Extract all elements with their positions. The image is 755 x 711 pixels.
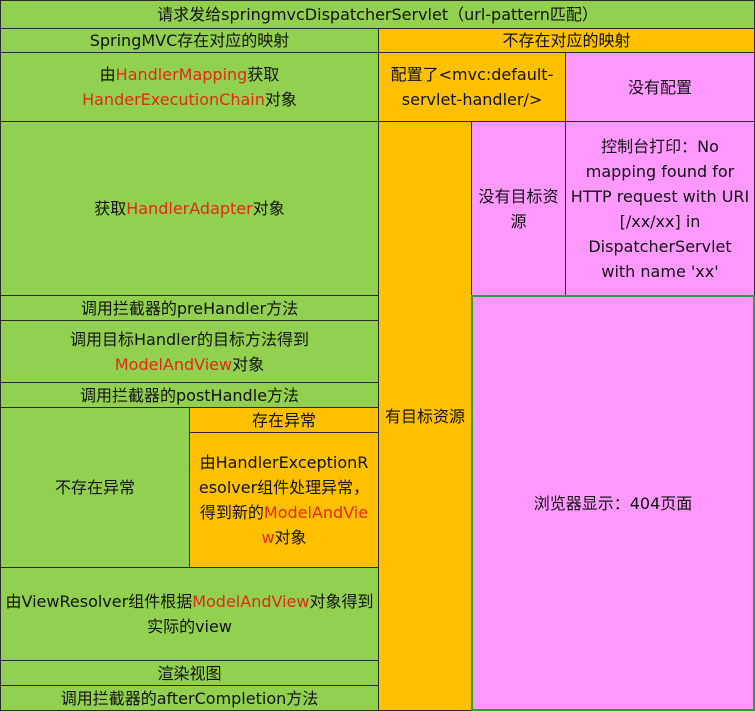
step-handler-mapping-text: 由HandlerMapping获取 HanderExecutionChain对象 (82, 62, 297, 112)
configured-text: 配置了<mvc:default-servlet-handler/> (390, 65, 554, 109)
highlight-model-and-view: ModelAndView (192, 592, 310, 611)
highlight-model-and-view: ModelAndView (114, 354, 233, 374)
step-target-handler: 调用目标Handler的目标方法得到 ModelAndView对象 (0, 320, 379, 383)
exception-resolver-cell: 由HandlerExceptionResolver组件处理异常，得到新的Mode… (189, 432, 379, 568)
not-configured-text: 没有配置 (627, 77, 692, 97)
has-exception-cell: 存在异常 (189, 407, 379, 433)
text-pre: 获取 (94, 199, 127, 218)
header-title: 请求发给springmvcDispatcherServlet（url-patte… (0, 0, 755, 29)
step-after-completion: 调用拦截器的afterCompletion方法 (0, 685, 379, 711)
no-exception-cell: 不存在异常 (0, 407, 190, 568)
step-pre-handler: 调用拦截器的preHandler方法 (0, 295, 379, 321)
step-pre-handler-text: 调用拦截器的preHandler方法 (80, 298, 299, 318)
no-target-resource: 没有目标资源 (471, 121, 566, 296)
text-pre: 由ViewResolver组件根据 (5, 592, 193, 611)
exception-resolver-text: 由HandlerExceptionResolver组件处理异常，得到新的Mode… (196, 450, 372, 550)
has-target-text: 有目标资源 (384, 406, 465, 426)
text-post: 对象 (274, 528, 307, 547)
text-post: 对象 (232, 354, 265, 374)
step-handler-mapping: 由HandlerMapping获取 HanderExecutionChain对象 (0, 52, 379, 122)
highlight-handler-mapping: HandlerMapping (115, 65, 248, 84)
step-post-handle: 调用拦截器的postHandle方法 (0, 382, 379, 408)
browser-404-cell: 浏览器显示：404页面 (471, 295, 755, 711)
text-mid: 获取 (247, 65, 280, 84)
right-title-text: 不存在对应的映射 (502, 31, 631, 50)
step-render-view-text: 渲染视图 (157, 663, 222, 683)
text-pre: 由 (99, 65, 116, 84)
header-title-text: 请求发给springmvcDispatcherServlet（url-patte… (157, 5, 598, 24)
step-target-handler-text: 调用目标Handler的目标方法得到 ModelAndView对象 (70, 327, 309, 377)
step-handler-adapter: 获取HandlerAdapter对象 (0, 121, 379, 296)
text-pre: 调用目标Handler的目标方法得到 (69, 329, 309, 349)
highlight-execution-chain: HanderExecutionChain (82, 90, 265, 109)
step-view-resolver: 由ViewResolver组件根据ModelAndView对象得到实际的view (0, 567, 379, 661)
text-post: 对象 (264, 90, 297, 109)
step-after-completion-text: 调用拦截器的afterCompletion方法 (60, 688, 319, 708)
not-configured-cell: 没有配置 (565, 52, 755, 122)
no-exception-text: 不存在异常 (54, 478, 135, 497)
right-title: 不存在对应的映射 (378, 28, 755, 53)
left-title-text: SpringMVC存在对应的映射 (89, 31, 290, 50)
console-print-text: 控制台打印：No mapping found for HTTP request … (570, 136, 750, 281)
step-handler-adapter-text: 获取HandlerAdapter对象 (94, 196, 285, 221)
has-exception-text: 存在异常 (251, 410, 316, 430)
no-target-text: 没有目标资源 (478, 186, 559, 231)
highlight-handler-adapter: HandlerAdapter (126, 199, 253, 218)
step-render-view: 渲染视图 (0, 660, 379, 686)
text-post: 对象 (252, 199, 285, 218)
left-title: SpringMVC存在对应的映射 (0, 28, 379, 53)
step-view-resolver-text: 由ViewResolver组件根据ModelAndView对象得到实际的view (5, 589, 374, 639)
configured-default-servlet-handler: 配置了<mvc:default-servlet-handler/> (378, 52, 566, 122)
browser-404-text: 浏览器显示：404页面 (533, 493, 693, 513)
console-print-cell: 控制台打印：No mapping found for HTTP request … (565, 121, 755, 296)
has-target-resource: 有目标资源 (378, 121, 472, 711)
step-post-handle-text: 调用拦截器的postHandle方法 (80, 385, 299, 405)
